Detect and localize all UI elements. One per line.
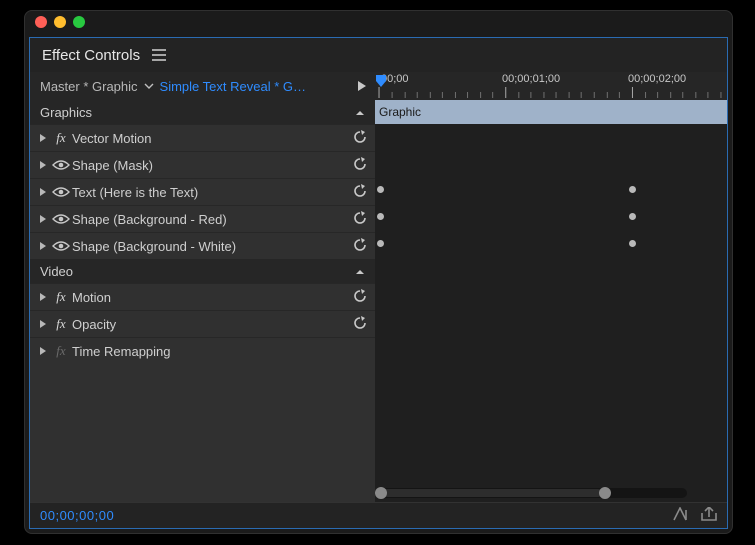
reset-icon[interactable] [351, 157, 369, 174]
fx-icon: fx [56, 130, 65, 146]
toggle-audio-icon[interactable] [673, 507, 691, 524]
twirl-right-icon[interactable] [36, 133, 50, 143]
property-row-opacity[interactable]: fx Opacity [30, 310, 375, 337]
chevron-down-icon[interactable] [144, 82, 154, 90]
section-header-video[interactable]: Video [30, 259, 375, 283]
property-row-text[interactable]: Text (Here is the Text) [30, 178, 375, 205]
collapse-up-icon[interactable] [355, 264, 365, 279]
export-icon[interactable] [701, 507, 717, 524]
twirl-right-icon[interactable] [36, 187, 50, 197]
collapse-up-icon[interactable] [355, 105, 365, 120]
properties-column: Graphics fx Vector Motion [30, 100, 375, 502]
panel-header: Effect Controls [30, 38, 727, 72]
property-label: Shape (Mask) [72, 158, 153, 173]
go-to-playhead-button[interactable] [353, 75, 371, 97]
fx-icon: fx [56, 289, 65, 305]
section-title: Video [40, 264, 73, 279]
twirl-right-icon[interactable] [36, 241, 50, 251]
minimize-window-button[interactable] [54, 16, 66, 28]
fx-icon: fx [56, 343, 65, 359]
zoom-handle-left[interactable] [375, 487, 387, 499]
property-row-shape-mask[interactable]: Shape (Mask) [30, 151, 375, 178]
panel-body: Master * Graphic Simple Text Reveal * G… [30, 72, 727, 528]
eye-icon[interactable] [50, 240, 72, 252]
keyframe-icon[interactable] [377, 186, 384, 193]
app-window: Effect Controls Master * Graphic Simple … [24, 10, 733, 534]
effect-controls-panel: Effect Controls Master * Graphic Simple … [29, 37, 728, 529]
eye-icon[interactable] [50, 213, 72, 225]
reset-icon[interactable] [351, 184, 369, 201]
property-row-time-remapping[interactable]: fx Time Remapping [30, 337, 375, 364]
property-row-vector-motion[interactable]: fx Vector Motion [30, 124, 375, 151]
panel-footer: 00;00;00;00 [30, 502, 727, 528]
breadcrumb: Master * Graphic Simple Text Reveal * G… [30, 72, 375, 100]
keyframe-icon[interactable] [629, 240, 636, 247]
zoom-handle-right[interactable] [599, 487, 611, 499]
section-title: Graphics [40, 105, 92, 120]
property-row-shape-bg-white[interactable]: Shape (Background - White) [30, 232, 375, 259]
reset-icon[interactable] [351, 316, 369, 333]
twirl-right-icon[interactable] [36, 160, 50, 170]
panel-title: Effect Controls [42, 47, 140, 64]
close-window-button[interactable] [35, 16, 47, 28]
ruler-label: 00;00;02;00 [628, 73, 686, 85]
current-timecode[interactable]: 00;00;00;00 [40, 508, 114, 523]
macos-titlebar [25, 11, 732, 33]
property-label: Motion [72, 290, 111, 305]
property-label: Vector Motion [72, 131, 152, 146]
clip-band-label: Graphic [379, 105, 421, 119]
reset-icon[interactable] [351, 238, 369, 255]
twirl-right-icon[interactable] [36, 214, 50, 224]
property-label: Time Remapping [72, 344, 171, 359]
property-row-motion[interactable]: fx Motion [30, 283, 375, 310]
clip-band[interactable]: Graphic [375, 100, 727, 124]
panel-menu-icon[interactable] [152, 49, 166, 61]
timeline-tracks[interactable]: Graphic [375, 100, 727, 502]
zoom-window-button[interactable] [73, 16, 85, 28]
master-clip-label[interactable]: Master * Graphic [40, 79, 138, 94]
timeline-zoom-scrollbar[interactable] [375, 488, 687, 498]
keyframe-icon[interactable] [377, 240, 384, 247]
playhead-indicator[interactable] [375, 74, 387, 86]
reset-icon[interactable] [351, 130, 369, 147]
scroll-range[interactable] [381, 489, 602, 497]
keyframe-icon[interactable] [629, 213, 636, 220]
ruler-label: 00;00;01;00 [502, 73, 560, 85]
content: Graphics fx Vector Motion [30, 100, 727, 502]
sequence-clip-label[interactable]: Simple Text Reveal * G… [160, 79, 306, 94]
eye-icon[interactable] [50, 159, 72, 171]
reset-icon[interactable] [351, 289, 369, 306]
reset-icon[interactable] [351, 211, 369, 228]
keyframe-icon[interactable] [377, 213, 384, 220]
eye-icon[interactable] [50, 186, 72, 198]
twirl-right-icon[interactable] [36, 292, 50, 302]
property-label: Opacity [72, 317, 116, 332]
fx-icon: fx [56, 316, 65, 332]
property-row-shape-bg-red[interactable]: Shape (Background - Red) [30, 205, 375, 232]
property-label: Text (Here is the Text) [72, 185, 198, 200]
property-label: Shape (Background - White) [72, 239, 236, 254]
ruler-ticks: 00;00 00;00;01;00 00;00;02;00 [375, 72, 727, 100]
section-header-graphics[interactable]: Graphics [30, 100, 375, 124]
property-label: Shape (Background - Red) [72, 212, 227, 227]
timeline-ruler[interactable]: 00;00 00;00;01;00 00;00;02;00 [375, 72, 727, 100]
breadcrumb-row: Master * Graphic Simple Text Reveal * G… [30, 72, 727, 100]
twirl-right-icon[interactable] [36, 346, 50, 356]
keyframe-icon[interactable] [629, 186, 636, 193]
twirl-right-icon[interactable] [36, 319, 50, 329]
